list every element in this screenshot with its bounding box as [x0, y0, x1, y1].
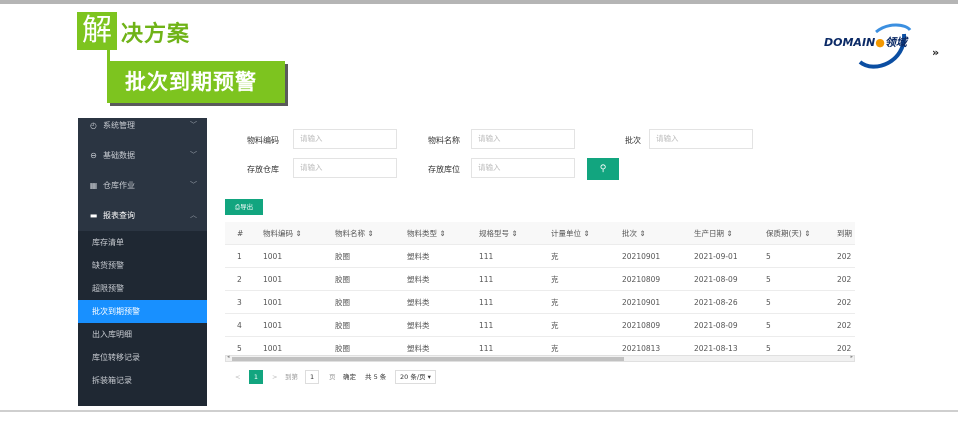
sidebar-group-system[interactable]: ◴ 系统管理 ﹀	[78, 118, 207, 138]
sidebar-group-warehouse[interactable]: ▦ 仓库作业 ﹀	[78, 172, 207, 198]
warehouse-input[interactable]: 请输入	[293, 158, 397, 178]
col-expiry[interactable]: 到期	[837, 222, 852, 245]
material-name-input[interactable]: 请输入	[471, 129, 575, 149]
sidebar-group-base-data[interactable]: ⊖ 基础数据 ﹀	[78, 142, 207, 168]
next-page-button[interactable]: >	[272, 369, 277, 385]
sidebar-item-batch-expiry-warning[interactable]: 批次到期预警	[78, 300, 207, 323]
scroll-left-icon[interactable]: ◂	[227, 354, 230, 360]
current-page-button[interactable]: 1	[249, 370, 263, 384]
batch-label: 批次	[625, 136, 641, 145]
prev-page-button[interactable]: <	[235, 369, 240, 385]
data-icon: ⊖	[90, 150, 97, 160]
slide-subtitle: 批次到期预警	[125, 70, 257, 94]
sidebar-item-in-out-details[interactable]: 出入库明细	[78, 323, 207, 346]
location-input[interactable]: 请输入	[471, 158, 575, 178]
location-label: 存放库位	[428, 165, 460, 174]
col-spec[interactable]: 规格型号 ⇕	[479, 222, 518, 245]
col-unit[interactable]: 计量单位 ⇕	[551, 222, 590, 245]
expiry-table: # 物料编码 ⇕ 物料名称 ⇕ 物料类型 ⇕ 规格型号 ⇕ 计量单位 ⇕ 批次 …	[225, 222, 855, 360]
chevron-up-icon: ︿	[190, 211, 197, 219]
sidebar-item-unpack-records[interactable]: 拆装箱记录	[78, 369, 207, 406]
warehouse-label: 存放仓库	[247, 165, 279, 174]
goto-label: 到第	[285, 373, 298, 381]
subtitle-banner: 批次到期预警	[107, 61, 285, 103]
sidebar-item-location-transfer[interactable]: 库位转移记录	[78, 346, 207, 369]
search-icon: ⚲	[599, 164, 607, 174]
sidebar-item-inventory-list[interactable]: 库存清单	[78, 231, 207, 254]
table-row[interactable]: 3 1001 胶圈 塑料类 111 克 20210901 2021-08-26 …	[225, 291, 855, 314]
col-material-name[interactable]: 物料名称 ⇕	[335, 222, 374, 245]
bottom-divider	[0, 410, 958, 412]
scroll-right-icon[interactable]: ▸	[850, 354, 853, 360]
col-material-type[interactable]: 物料类型 ⇕	[407, 222, 446, 245]
material-name-label: 物料名称	[428, 136, 460, 145]
material-code-input[interactable]: 请输入	[293, 129, 397, 149]
title-connector	[107, 40, 110, 62]
sidebar-group-reports[interactable]: ▬ 报表查询 ︿	[78, 202, 207, 228]
sidebar: ◴ 系统管理 ﹀ ⊖ 基础数据 ﹀ ▦ 仓库作业 ﹀ ▬ 报表查询 ︿ 库存清单…	[78, 118, 207, 406]
company-logo: DOMAIN●领域	[824, 22, 936, 72]
col-shelf-life[interactable]: 保质期(天) ⇕	[766, 222, 811, 245]
col-index: #	[237, 229, 244, 238]
scrollbar-thumb[interactable]	[232, 357, 624, 361]
table-row[interactable]: 1 1001 胶圈 塑料类 111 克 20210901 2021-09-01 …	[225, 245, 855, 268]
export-button[interactable]: ⎙导出	[225, 199, 263, 215]
page-unit-label: 页	[329, 373, 336, 381]
slide: 解 决方案 批次到期预警 DOMAIN●领域 » ◴ 系统管理 ﹀ ⊖ 基础数据…	[0, 0, 958, 422]
search-button[interactable]: ⚲	[587, 158, 619, 180]
total-count: 共 5 条	[365, 373, 387, 381]
settings-icon: ◴	[90, 120, 97, 130]
app-screenshot: ◴ 系统管理 ﹀ ⊖ 基础数据 ﹀ ▦ 仓库作业 ﹀ ▬ 报表查询 ︿ 库存清单…	[78, 118, 856, 406]
chevron-down-icon: ﹀	[190, 181, 197, 189]
table-header: # 物料编码 ⇕ 物料名称 ⇕ 物料类型 ⇕ 规格型号 ⇕ 计量单位 ⇕ 批次 …	[225, 222, 855, 245]
top-divider	[0, 0, 958, 4]
slide-title: 决方案	[121, 22, 191, 47]
table-row[interactable]: 2 1001 胶圈 塑料类 111 克 20210809 2021-08-09 …	[225, 268, 855, 291]
logo-wordmark: DOMAIN●领域	[824, 36, 907, 49]
col-production-date[interactable]: 生产日期 ⇕	[694, 222, 733, 245]
report-icon: ▬	[89, 210, 98, 220]
material-code-label: 物料编码	[247, 136, 279, 145]
col-material-code[interactable]: 物料编码 ⇕	[263, 222, 302, 245]
table-row[interactable]: 4 1001 胶圈 塑料类 111 克 20210809 2021-08-09 …	[225, 314, 855, 337]
horizontal-scrollbar[interactable]: ◂ ▸	[225, 354, 855, 362]
sidebar-item-shortage-warning[interactable]: 缺货预警	[78, 254, 207, 277]
page-size-select[interactable]: 20 条/页 ▾	[395, 370, 436, 384]
batch-input[interactable]: 请输入	[649, 129, 753, 149]
main-content: 物料编码 请输入 物料名称 请输入 批次 请输入 存放仓库 请输入 存放库位 请…	[207, 118, 856, 406]
chevron-down-icon: ﹀	[190, 151, 197, 159]
goto-page-input[interactable]: 1	[305, 370, 320, 384]
sidebar-item-overlimit-warning[interactable]: 超限预警	[78, 277, 207, 300]
title-highlight-char: 解	[77, 12, 117, 50]
col-batch[interactable]: 批次 ⇕	[622, 222, 646, 245]
logo-arrows-icon: »	[932, 46, 939, 59]
goto-confirm-button[interactable]: 确定	[343, 369, 356, 385]
chevron-down-icon: ﹀	[190, 121, 197, 129]
warehouse-icon: ▦	[89, 180, 98, 190]
